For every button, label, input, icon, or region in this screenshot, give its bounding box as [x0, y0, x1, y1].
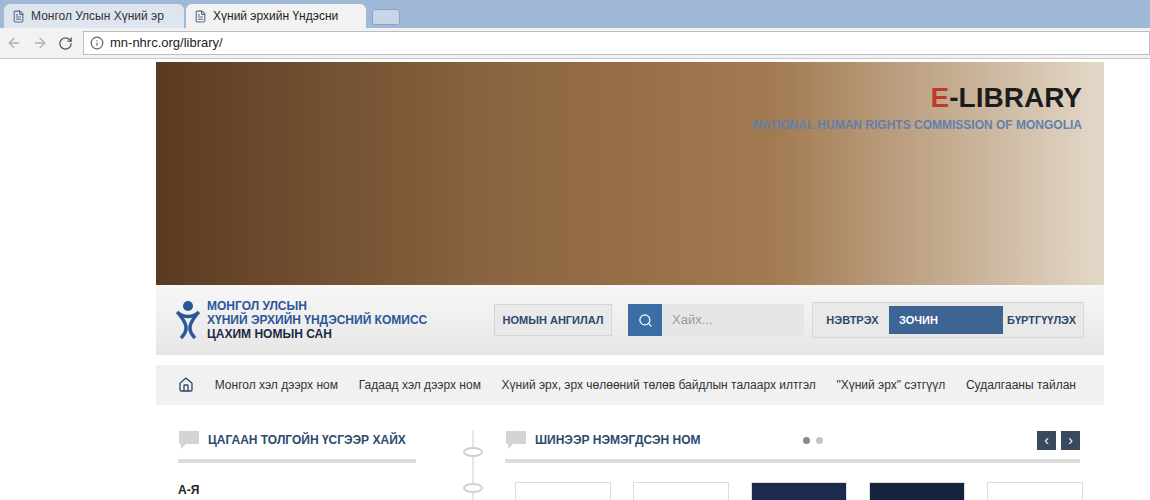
page: E-LIBRARY NATIONAL HUMAN RIGHTS COMMISSIO… [0, 59, 1150, 500]
tab-title: Монгол Улсын Хүний эр [31, 7, 164, 25]
back-arrow-icon[interactable] [6, 35, 22, 51]
nav-item[interactable]: Гадаад хэл дээрх ном [359, 376, 481, 394]
panel-underline [178, 459, 416, 463]
page-icon [194, 10, 207, 23]
logo-line: ЦАХИМ НОМЫН САН [207, 327, 427, 341]
nav-bar: Монгол хэл дээрх ном Гадаад хэл дээрх ном… [156, 365, 1104, 405]
content: ЦАГААН ТОЛГОЙН ҮСГЭЭР ХАЙХ А-Я ШИНЭЭР НЭМЭ… [156, 405, 1104, 500]
logo-line: ХҮНИЙ ЭРХИЙН ҮНДЭСНИЙ КОМИСС [207, 313, 427, 327]
panel-underline [505, 459, 1080, 463]
new-books-panel: ШИНЭЭР НЭМЭГДСЭН НОМ ‹ › [485, 430, 1104, 500]
panel-title: ЦАГААН ТОЛГОЙН ҮСГЭЭР ХАЙХ [208, 431, 406, 449]
search-input[interactable]: Хайх... [662, 304, 804, 336]
page-icon [12, 10, 25, 23]
tab-title: Хүний эрхийн Үндэсни [213, 7, 338, 25]
speech-bubble-icon [178, 430, 200, 450]
speech-bubble-icon [505, 430, 527, 450]
alphabet-panel: ЦАГААН ТОЛГОЙН ҮСГЭЭР ХАЙХ А-Я [156, 430, 461, 500]
search-button[interactable] [628, 304, 662, 336]
panel-title: ШИНЭЭР НЭМЭГДСЭН НОМ [535, 431, 701, 449]
browser-window: Монгол Улсын Хүний эр Хүний эрхийн Үндэсн… [0, 0, 1150, 500]
tab-strip: Монгол Улсын Хүний эр Хүний эрхийн Үндэсн… [0, 0, 1150, 28]
commission-logo-icon [173, 300, 203, 340]
reload-icon[interactable] [58, 36, 73, 51]
url-text: mn-nhrc.org/library/ [110, 33, 223, 53]
banner-subtitle: NATIONAL HUMAN RIGHTS COMMISSION OF MONG… [753, 116, 1082, 134]
book-cover[interactable] [633, 482, 729, 500]
toolbar: mn-nhrc.org/library/ [0, 28, 1150, 59]
user-button[interactable]: БҮРТГҮҮЛЭХ [1003, 306, 1080, 334]
site-container: E-LIBRARY NATIONAL HUMAN RIGHTS COMMISSIO… [156, 62, 1104, 500]
nav-item[interactable]: Судалгааны тайлан [966, 376, 1076, 394]
info-icon [90, 36, 104, 50]
header-band: МОНГОЛ УЛСЫНХҮНИЙ ЭРХИЙН ҮНДЭСНИЙ КОМИСС… [156, 285, 1104, 355]
new-tab-button[interactable] [372, 9, 400, 25]
carousel-dots [803, 437, 823, 444]
search-box[interactable]: Хайх... [628, 304, 804, 336]
home-icon[interactable] [178, 377, 194, 393]
carousel-dot[interactable] [816, 437, 823, 444]
book-cover[interactable] [515, 482, 611, 500]
book-row [505, 482, 1080, 500]
search-icon [638, 313, 653, 328]
logo-line: МОНГОЛ УЛСЫН [207, 299, 427, 313]
nav-item[interactable]: "Хүний эрх" сэтгүүл [836, 376, 945, 394]
book-cover[interactable] [751, 482, 847, 500]
book-cover[interactable] [869, 482, 965, 500]
next-button[interactable]: › [1061, 431, 1080, 450]
nav-item[interactable]: Монгол хэл дээрх ном [215, 376, 338, 394]
prev-button[interactable]: ‹ [1037, 431, 1056, 450]
address-bar[interactable]: mn-nhrc.org/library/ [83, 31, 1150, 55]
forward-arrow-icon[interactable] [32, 35, 48, 51]
user-button[interactable]: НЭВТРЭХ [816, 306, 889, 334]
logo[interactable]: МОНГОЛ УЛСЫНХҮНИЙ ЭРХИЙН ҮНДЭСНИЙ КОМИСС… [173, 299, 494, 341]
user-button-group: НЭВТРЭХЗОЧИНБҮРТГҮҮЛЭХ [812, 302, 1084, 338]
alphabet-item[interactable]: А-Я [178, 481, 416, 499]
binder-rings-icon [461, 430, 485, 500]
category-button[interactable]: НОМЫН АНГИЛАЛ [494, 304, 612, 336]
banner: E-LIBRARY NATIONAL HUMAN RIGHTS COMMISSIO… [156, 62, 1104, 285]
banner-title: E-LIBRARY [931, 82, 1082, 114]
browser-tab[interactable]: Монгол Улсын Хүний эр [4, 4, 184, 28]
carousel-dot[interactable] [803, 437, 810, 444]
nav-item[interactable]: Хүний эрх, эрх чөлөөний төлөв байдлын та… [502, 376, 816, 394]
browser-tab[interactable]: Хүний эрхийн Үндэсни [186, 4, 366, 28]
user-button[interactable]: ЗОЧИН [889, 306, 1003, 334]
book-cover[interactable] [987, 482, 1083, 500]
